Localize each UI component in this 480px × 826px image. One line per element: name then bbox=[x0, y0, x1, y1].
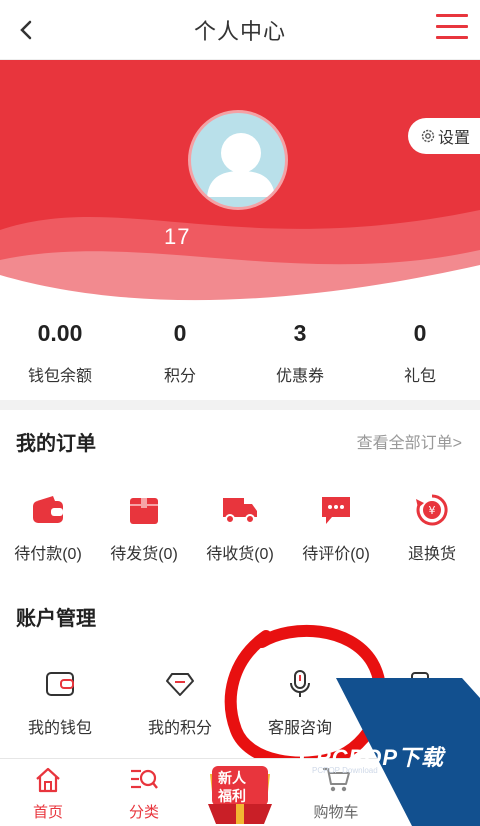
stat-coupons[interactable]: 3 优惠券 bbox=[240, 302, 360, 400]
category-search-icon bbox=[131, 769, 158, 789]
wallet-outline-icon bbox=[46, 672, 74, 696]
order-label: 待付款(0) bbox=[14, 546, 82, 563]
gear-icon bbox=[421, 129, 435, 143]
order-label: 待评价(0) bbox=[302, 546, 370, 563]
order-returns[interactable]: ¥ 退换货 bbox=[384, 472, 480, 564]
tab-label: 分类 bbox=[128, 804, 159, 821]
promo-line-1: 新人 bbox=[218, 770, 246, 786]
top-bar: 个人中心 bbox=[0, 0, 480, 60]
stat-label: 礼包 bbox=[403, 368, 436, 385]
account-wallet[interactable]: 我的钱包 bbox=[0, 642, 120, 738]
diamond-icon bbox=[166, 673, 194, 696]
stat-label: 优惠券 bbox=[275, 368, 324, 385]
refund-icon: ¥ bbox=[416, 494, 448, 526]
username: 17 bbox=[164, 224, 191, 249]
order-pending-receipt[interactable]: 待收货(0) bbox=[192, 472, 288, 564]
svg-text:¥: ¥ bbox=[429, 504, 436, 517]
stats-row: 0.00 钱包余额 0 积分 3 优惠券 0 礼包 bbox=[0, 302, 480, 400]
stat-label: 钱包余额 bbox=[27, 368, 92, 385]
order-pending-shipment[interactable]: 待发货(0) bbox=[96, 472, 192, 564]
settings-button[interactable]: 设置 bbox=[408, 118, 480, 154]
watermark-subtext: PCPOP Download bbox=[312, 766, 378, 775]
truck-icon bbox=[223, 498, 257, 524]
page-title: 个人中心 bbox=[193, 18, 286, 44]
chevron-left-icon[interactable] bbox=[10, 12, 46, 48]
view-all-orders-link[interactable]: 查看全部订单> bbox=[357, 429, 462, 453]
stat-value: 0 bbox=[173, 320, 187, 346]
order-label: 退换货 bbox=[407, 546, 456, 563]
profile-header: 17 设置 bbox=[0, 60, 480, 302]
section-title: 账户管理 bbox=[16, 607, 96, 630]
orders-section: 我的订单 查看全部订单> 待付款(0) 待发货(0) 待收货(0) 待评价(0)… bbox=[0, 410, 480, 590]
chat-icon bbox=[322, 497, 350, 524]
settings-label: 设置 bbox=[438, 130, 471, 147]
tab-category[interactable]: 分类 bbox=[96, 759, 192, 826]
box-icon bbox=[130, 498, 158, 524]
stat-label: 积分 bbox=[163, 368, 196, 385]
stat-wallet-balance[interactable]: 0.00 钱包余额 bbox=[0, 302, 120, 400]
order-pending-payment[interactable]: 待付款(0) bbox=[0, 472, 96, 564]
account-label: 我的钱包 bbox=[27, 720, 92, 737]
stat-gift-packs[interactable]: 0 礼包 bbox=[360, 302, 480, 400]
stat-points[interactable]: 0 积分 bbox=[120, 302, 240, 400]
home-icon bbox=[36, 767, 60, 793]
stat-value: 0 bbox=[413, 320, 427, 346]
stat-value: 3 bbox=[293, 320, 307, 346]
tab-home[interactable]: 首页 bbox=[0, 759, 96, 826]
avatar[interactable] bbox=[188, 110, 288, 210]
order-label: 待发货(0) bbox=[110, 546, 178, 563]
tab-label: 首页 bbox=[32, 804, 63, 821]
section-title: 我的订单 bbox=[16, 432, 96, 455]
stat-value: 0.00 bbox=[37, 320, 83, 346]
wallet-icon bbox=[33, 496, 63, 523]
promo-line-2: 福利 bbox=[218, 788, 246, 804]
order-pending-review[interactable]: 待评价(0) bbox=[288, 472, 384, 564]
order-label: 待收货(0) bbox=[206, 546, 274, 563]
hamburger-icon[interactable] bbox=[436, 14, 468, 44]
